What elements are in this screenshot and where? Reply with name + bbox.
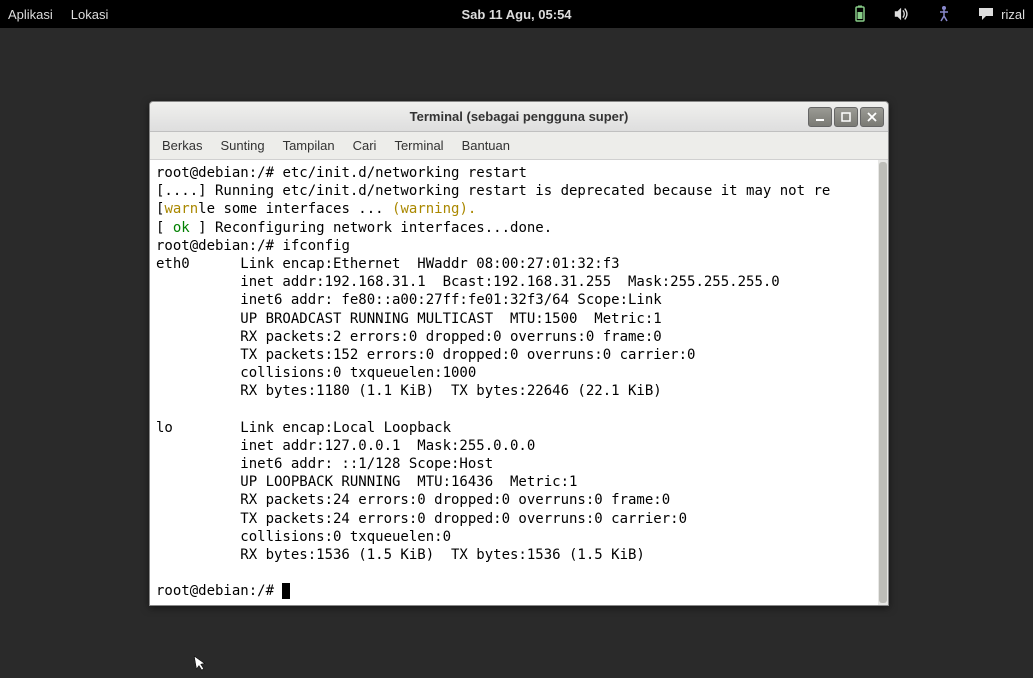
close-button[interactable] (860, 107, 884, 127)
menu-terminal[interactable]: Terminal (394, 138, 443, 153)
terminal-line: RX bytes:1536 (1.5 KiB) TX bytes:1536 (1… (156, 546, 882, 564)
terminal-line: TX packets:24 errors:0 dropped:0 overrun… (156, 510, 882, 528)
terminal-line: inet6 addr: ::1/128 Scope:Host (156, 455, 882, 473)
terminal-line: RX bytes:1180 (1.1 KiB) TX bytes:22646 (… (156, 382, 882, 400)
terminal-line: root@debian:/# ifconfig (156, 237, 882, 255)
terminal-line: RX packets:24 errors:0 dropped:0 overrun… (156, 491, 882, 509)
minimize-button[interactable] (808, 107, 832, 127)
terminal-line: [....] Running etc/init.d/networking res… (156, 182, 882, 200)
accessibility-icon[interactable] (935, 5, 953, 23)
terminal-line: inet6 addr: fe80::a00:27ff:fe01:32f3/64 … (156, 291, 882, 309)
scrollbar-thumb[interactable] (879, 162, 887, 603)
terminal-line: root@debian:/# etc/init.d/networking res… (156, 164, 882, 182)
topbar-left: Aplikasi Lokasi (8, 7, 108, 22)
terminal-line: TX packets:152 errors:0 dropped:0 overru… (156, 346, 882, 364)
terminal-output[interactable]: root@debian:/# etc/init.d/networking res… (150, 160, 888, 605)
terminal-line (156, 400, 882, 418)
menu-sunting[interactable]: Sunting (220, 138, 264, 153)
user-menu[interactable]: rizal (977, 5, 1025, 23)
maximize-button[interactable] (834, 107, 858, 127)
window-controls (808, 107, 884, 127)
terminal-line: RX packets:2 errors:0 dropped:0 overruns… (156, 328, 882, 346)
terminal-line: inet addr:127.0.0.1 Mask:255.0.0.0 (156, 437, 882, 455)
username-label: rizal (1001, 7, 1025, 22)
terminal-line: lo Link encap:Local Loopback (156, 419, 882, 437)
menu-berkas[interactable]: Berkas (162, 138, 202, 153)
terminal-line (156, 564, 882, 582)
terminal-menubar: Berkas Sunting Tampilan Cari Terminal Ba… (150, 132, 888, 160)
window-title: Terminal (sebagai pengguna super) (410, 109, 629, 124)
terminal-cursor (282, 583, 290, 599)
terminal-window: Terminal (sebagai pengguna super) Berkas… (149, 101, 889, 606)
clock[interactable]: Sab 11 Agu, 05:54 (461, 7, 571, 22)
terminal-line: eth0 Link encap:Ethernet HWaddr 08:00:27… (156, 255, 882, 273)
terminal-line: UP LOOPBACK RUNNING MTU:16436 Metric:1 (156, 473, 882, 491)
window-titlebar[interactable]: Terminal (sebagai pengguna super) (150, 102, 888, 132)
terminal-line: [ ok ] Reconfiguring network interfaces.… (156, 219, 882, 237)
desktop-topbar: Aplikasi Lokasi Sab 11 Agu, 05:54 rizal (0, 0, 1033, 28)
mouse-cursor-icon (193, 653, 211, 678)
menu-cari[interactable]: Cari (353, 138, 377, 153)
terminal-line: root@debian:/# (156, 582, 882, 600)
menu-lokasi[interactable]: Lokasi (71, 7, 109, 22)
terminal-line: [warnle some interfaces ... (warning). (156, 200, 882, 218)
chat-icon (977, 5, 995, 23)
menu-tampilan[interactable]: Tampilan (283, 138, 335, 153)
terminal-line: UP BROADCAST RUNNING MULTICAST MTU:1500 … (156, 310, 882, 328)
terminal-line: collisions:0 txqueuelen:1000 (156, 364, 882, 382)
volume-icon[interactable] (893, 5, 911, 23)
menu-bantuan[interactable]: Bantuan (462, 138, 510, 153)
menu-aplikasi[interactable]: Aplikasi (8, 7, 53, 22)
terminal-line: collisions:0 txqueuelen:0 (156, 528, 882, 546)
terminal-line: inet addr:192.168.31.1 Bcast:192.168.31.… (156, 273, 882, 291)
battery-icon[interactable] (851, 5, 869, 23)
scrollbar[interactable] (878, 160, 888, 605)
topbar-right: rizal (851, 5, 1025, 23)
